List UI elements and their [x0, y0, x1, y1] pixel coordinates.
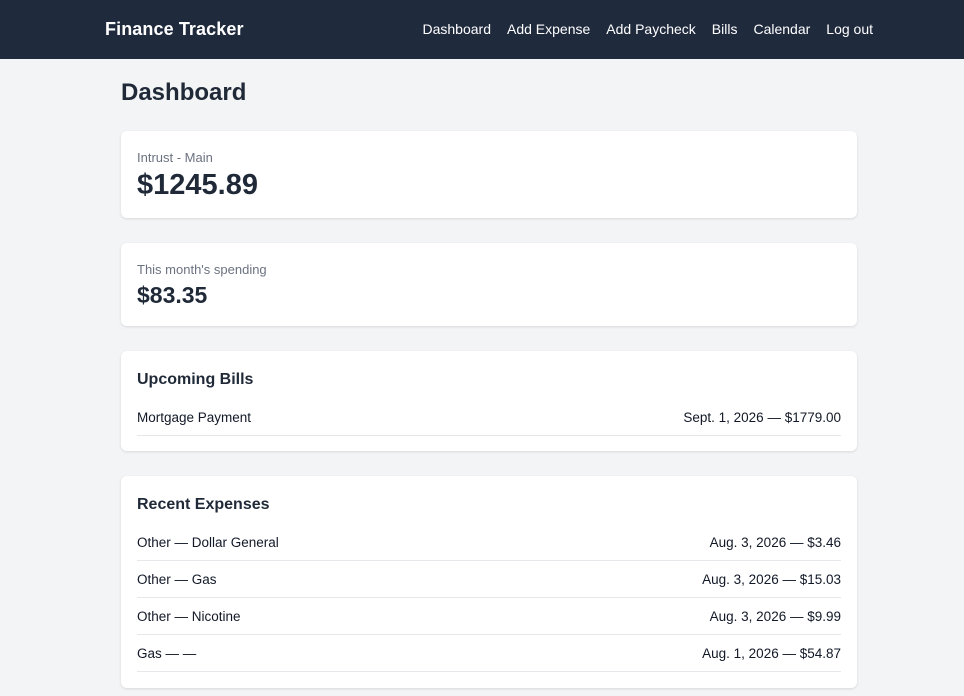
- nav-link-bills[interactable]: Bills: [712, 21, 738, 37]
- expense-row[interactable]: Gas — — Aug. 1, 2026 — $54.87: [137, 635, 841, 672]
- main-content: Dashboard Intrust - Main $1245.89 This m…: [121, 59, 857, 688]
- nav-link-calendar[interactable]: Calendar: [753, 21, 810, 37]
- account-name: Intrust - Main: [137, 150, 213, 165]
- navbar: Finance Tracker Dashboard Add Expense Ad…: [0, 0, 964, 59]
- nav-link-add-expense[interactable]: Add Expense: [507, 21, 590, 37]
- spending-label: This month's spending: [137, 262, 267, 277]
- expense-name: Other — Nicotine: [137, 608, 241, 624]
- nav-link-log-out[interactable]: Log out: [826, 21, 873, 37]
- bill-name: Mortgage Payment: [137, 409, 252, 425]
- expense-detail: Aug. 3, 2026 — $3.46: [709, 534, 841, 550]
- upcoming-bills-card: Upcoming Bills Mortgage Payment Sept. 1,…: [121, 351, 857, 451]
- nav-links: Dashboard Add Expense Add Paycheck Bills…: [422, 21, 873, 37]
- expense-name: Gas — —: [137, 645, 197, 661]
- expense-name: Other — Dollar General: [137, 534, 279, 550]
- bill-detail: Sept. 1, 2026 — $1779.00: [683, 409, 841, 425]
- account-card: Intrust - Main $1245.89: [121, 131, 857, 218]
- recent-expenses-card: Recent Expenses Other — Dollar General A…: [121, 476, 857, 688]
- expense-name: Other — Gas: [137, 571, 217, 587]
- nav-link-dashboard[interactable]: Dashboard: [422, 21, 491, 37]
- expense-row[interactable]: Other — Gas Aug. 3, 2026 — $15.03: [137, 561, 841, 598]
- recent-expenses-heading: Recent Expenses: [137, 496, 270, 513]
- spending-amount: $83.35: [137, 282, 208, 308]
- expense-detail: Aug. 3, 2026 — $15.03: [702, 571, 841, 587]
- upcoming-bills-heading: Upcoming Bills: [137, 371, 254, 388]
- account-balance: $1245.89: [137, 169, 258, 201]
- brand-title[interactable]: Finance Tracker: [105, 19, 244, 40]
- expense-row[interactable]: Other — Nicotine Aug. 3, 2026 — $9.99: [137, 598, 841, 635]
- expenses-list: Other — Dollar General Aug. 3, 2026 — $3…: [137, 524, 841, 672]
- expense-detail: Aug. 1, 2026 — $54.87: [702, 645, 841, 661]
- expense-row[interactable]: Other — Dollar General Aug. 3, 2026 — $3…: [137, 524, 841, 561]
- expense-detail: Aug. 3, 2026 — $9.99: [709, 608, 841, 624]
- spending-card: This month's spending $83.35: [121, 243, 857, 326]
- bills-list: Mortgage Payment Sept. 1, 2026 — $1779.0…: [137, 399, 841, 436]
- bill-row[interactable]: Mortgage Payment Sept. 1, 2026 — $1779.0…: [137, 399, 841, 436]
- page-title: Dashboard: [121, 79, 247, 106]
- nav-link-add-paycheck[interactable]: Add Paycheck: [606, 21, 696, 37]
